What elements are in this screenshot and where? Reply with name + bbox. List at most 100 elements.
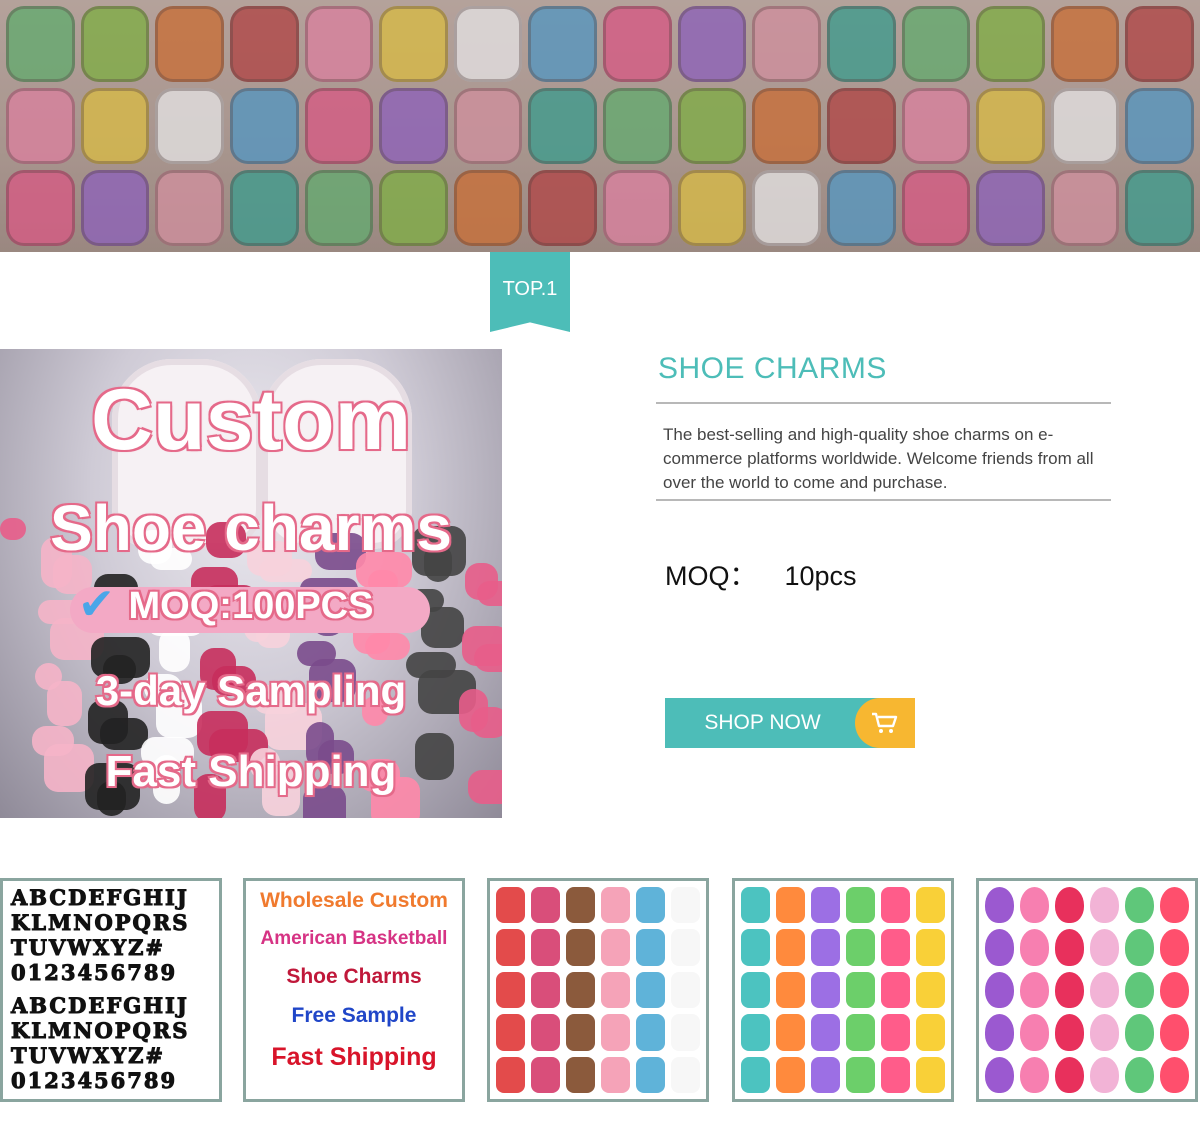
mini-charm <box>531 1014 560 1051</box>
mini-charm <box>671 929 700 966</box>
product-overlay-moq: MOQ:100PCS <box>128 585 374 627</box>
mini-charm <box>1020 1056 1049 1093</box>
mini-charm <box>496 1056 525 1093</box>
moq-line: MOQ： 10pcs <box>665 554 857 593</box>
mini-charm <box>1020 971 1049 1009</box>
mini-charm <box>846 1056 875 1093</box>
mini-charm <box>916 1014 945 1051</box>
mini-charm <box>496 929 525 966</box>
thumbnail-medical-charms[interactable] <box>487 878 709 1102</box>
alphabet-row: TUVWXYZ# <box>11 1043 166 1069</box>
mini-charm <box>671 1014 700 1051</box>
pile-charm <box>297 641 336 666</box>
moq-label: MOQ： <box>665 561 757 591</box>
thumbnail-alphabet[interactable]: ABCDEFGHIJ KLMNOPQRS TUVWXYZ# 0123456789… <box>0 878 222 1102</box>
top-rank-ribbon: TOP.1 <box>490 252 570 332</box>
alphabet-row: KLMNOPQRS <box>11 910 190 936</box>
mini-charm <box>881 887 910 924</box>
mini-charm <box>531 887 560 924</box>
alphabet-row: KLMNOPQRS <box>11 1018 190 1044</box>
summer-charms-grid <box>741 887 945 1093</box>
mini-charm <box>741 1056 770 1093</box>
mini-charm <box>1125 887 1154 924</box>
mini-charm <box>496 1014 525 1051</box>
mini-charm <box>566 887 595 924</box>
mini-charm <box>846 1014 875 1051</box>
mini-charm <box>671 887 700 924</box>
product-overlay-fast-shipping: Fast Shipping <box>105 747 397 796</box>
product-title: SHOE CHARMS <box>658 352 887 385</box>
shop-now-button[interactable]: SHOP NOW <box>665 698 915 748</box>
mini-charm <box>1020 887 1049 924</box>
mini-charm <box>1055 929 1084 966</box>
shopping-cart-icon <box>872 712 898 733</box>
mini-charm <box>916 929 945 966</box>
mini-charm <box>496 971 525 1009</box>
mini-charm <box>1090 929 1119 966</box>
shop-now-label: SHOP NOW <box>704 711 821 734</box>
mini-charm <box>1160 1014 1189 1051</box>
mini-charm <box>531 971 560 1009</box>
mini-charm <box>985 1014 1014 1051</box>
product-overlay-custom: Custom <box>90 372 412 468</box>
charms-banner-image <box>0 0 1200 252</box>
mini-charm <box>1160 887 1189 924</box>
mini-charm <box>881 929 910 966</box>
mini-charm <box>846 887 875 924</box>
product-overlay-sampling: 3-day Sampling <box>95 667 407 714</box>
cart-badge[interactable] <box>855 698 915 748</box>
thumbnail-summer-charms[interactable] <box>732 878 954 1102</box>
mini-charm <box>916 1056 945 1093</box>
mini-charm <box>1055 1056 1084 1093</box>
moq-value: 10pcs <box>784 561 857 591</box>
mini-charm <box>985 971 1014 1009</box>
mini-charm <box>1055 971 1084 1009</box>
mini-charm <box>1055 1014 1084 1051</box>
mini-charm <box>566 971 595 1009</box>
mini-charm <box>776 971 805 1009</box>
mini-charm <box>1125 971 1154 1009</box>
mini-charm <box>1160 971 1189 1009</box>
mini-charm <box>1090 1014 1119 1051</box>
alphabet-row: 0123456789 <box>11 1068 178 1094</box>
divider <box>656 402 1111 404</box>
alphabet-row: 0123456789 <box>11 960 178 986</box>
mini-charm <box>601 1056 630 1093</box>
mini-charm <box>811 929 840 966</box>
mini-charm <box>1125 1014 1154 1051</box>
mini-charm <box>1020 929 1049 966</box>
mini-charm <box>811 1056 840 1093</box>
heart-charms-grid <box>985 887 1189 1093</box>
mini-charm <box>601 887 630 924</box>
mini-charm <box>741 887 770 924</box>
mini-charm <box>811 887 840 924</box>
mini-charm <box>776 929 805 966</box>
mini-charm <box>811 971 840 1009</box>
mini-charm <box>496 887 525 924</box>
alphabet-row: TUVWXYZ# <box>11 935 166 961</box>
thumbnail-heart-charms[interactable] <box>976 878 1198 1102</box>
mini-charm <box>776 887 805 924</box>
mini-charm <box>636 887 665 924</box>
mini-charm <box>776 1056 805 1093</box>
pile-charm <box>462 626 502 666</box>
mini-charm <box>985 1056 1014 1093</box>
mini-charm <box>601 971 630 1009</box>
mini-charm <box>741 929 770 966</box>
promo-line: Shoe Charms <box>286 965 422 988</box>
mini-charm <box>1090 887 1119 924</box>
mini-charm <box>1090 971 1119 1009</box>
mini-charm <box>671 971 700 1009</box>
alphabet-row: ABCDEFGHIJ <box>11 993 189 1019</box>
product-image[interactable]: Custom Shoe charms ✔ MOQ:100PCS 3-day Sa… <box>0 349 502 818</box>
mini-charm <box>881 1056 910 1093</box>
promo-line: American Basketball <box>260 928 448 949</box>
promo-line: Wholesale Custom <box>260 889 448 912</box>
mini-charm <box>671 1056 700 1093</box>
mini-charm <box>776 1014 805 1051</box>
thumbnail-promo[interactable]: Wholesale Custom American Basketball Sho… <box>243 878 465 1102</box>
promo-line: Fast Shipping <box>271 1043 437 1071</box>
mini-charm <box>566 1014 595 1051</box>
mini-charm <box>846 971 875 1009</box>
mini-charm <box>741 971 770 1009</box>
